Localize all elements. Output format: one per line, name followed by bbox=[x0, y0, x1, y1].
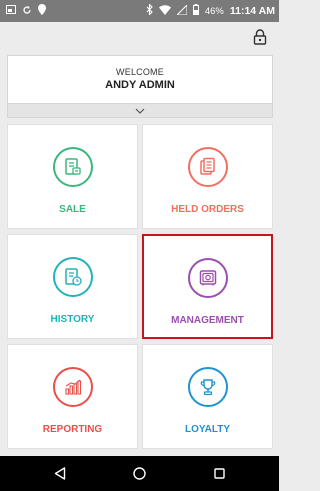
tile-label: LOYALTY bbox=[184, 424, 230, 435]
tile-management[interactable]: MANAGEMENT bbox=[142, 234, 273, 339]
tile-label: SALE bbox=[59, 204, 86, 215]
tile-label: HELD ORDERS bbox=[171, 204, 244, 215]
history-icon bbox=[64, 268, 82, 286]
tile-label: MANAGEMENT bbox=[171, 315, 244, 326]
reporting-icon-circle bbox=[52, 367, 93, 407]
home-circle-icon bbox=[133, 467, 146, 480]
held-orders-icon bbox=[199, 157, 215, 175]
tile-held-orders[interactable]: HELD ORDERS bbox=[142, 124, 273, 229]
welcome-greeting: WELCOME bbox=[116, 67, 164, 77]
battery-icon bbox=[192, 4, 199, 18]
back-triangle-icon bbox=[54, 467, 66, 480]
home-button[interactable] bbox=[127, 462, 151, 486]
status-bar: 46% 11:14 AM bbox=[0, 0, 279, 22]
management-icon-circle bbox=[187, 258, 228, 298]
back-button[interactable] bbox=[48, 462, 72, 486]
sync-icon bbox=[22, 5, 32, 18]
expand-toggle[interactable] bbox=[7, 103, 273, 118]
sale-icon-circle bbox=[52, 147, 93, 187]
tile-loyalty[interactable]: LOYALTY bbox=[142, 344, 273, 449]
location-pin-icon bbox=[38, 4, 46, 18]
receipt-icon bbox=[64, 158, 81, 175]
status-right: 46% 11:14 AM bbox=[146, 3, 275, 18]
tile-label: REPORTING bbox=[42, 424, 103, 435]
screenshot-icon bbox=[6, 5, 16, 17]
tile-sale[interactable]: SALE bbox=[7, 124, 138, 229]
tile-history[interactable]: HISTORY bbox=[7, 234, 138, 339]
recents-button[interactable] bbox=[207, 462, 231, 486]
safe-icon bbox=[199, 270, 216, 286]
chevron-down-icon bbox=[135, 108, 145, 114]
lock-button[interactable] bbox=[249, 26, 271, 48]
history-icon-circle bbox=[52, 257, 93, 297]
bluetooth-icon bbox=[146, 3, 153, 18]
battery-percent: 46% bbox=[204, 5, 224, 17]
status-left bbox=[6, 4, 46, 18]
recents-square-icon bbox=[213, 468, 225, 479]
lock-icon bbox=[253, 29, 267, 45]
tile-label: HISTORY bbox=[50, 314, 95, 325]
android-nav-bar bbox=[0, 456, 279, 491]
signal-icon bbox=[175, 3, 188, 18]
loyalty-icon-circle bbox=[187, 367, 228, 407]
tile-reporting[interactable]: REPORTING bbox=[7, 344, 138, 449]
wifi-icon bbox=[158, 4, 171, 18]
clock: 11:14 AM bbox=[229, 5, 275, 17]
user-name: ANDY ADMIN bbox=[105, 79, 175, 91]
held-orders-icon-circle bbox=[187, 147, 228, 187]
bar-chart-icon bbox=[64, 379, 81, 395]
trophy-icon bbox=[200, 379, 215, 396]
top-bar bbox=[0, 22, 279, 50]
